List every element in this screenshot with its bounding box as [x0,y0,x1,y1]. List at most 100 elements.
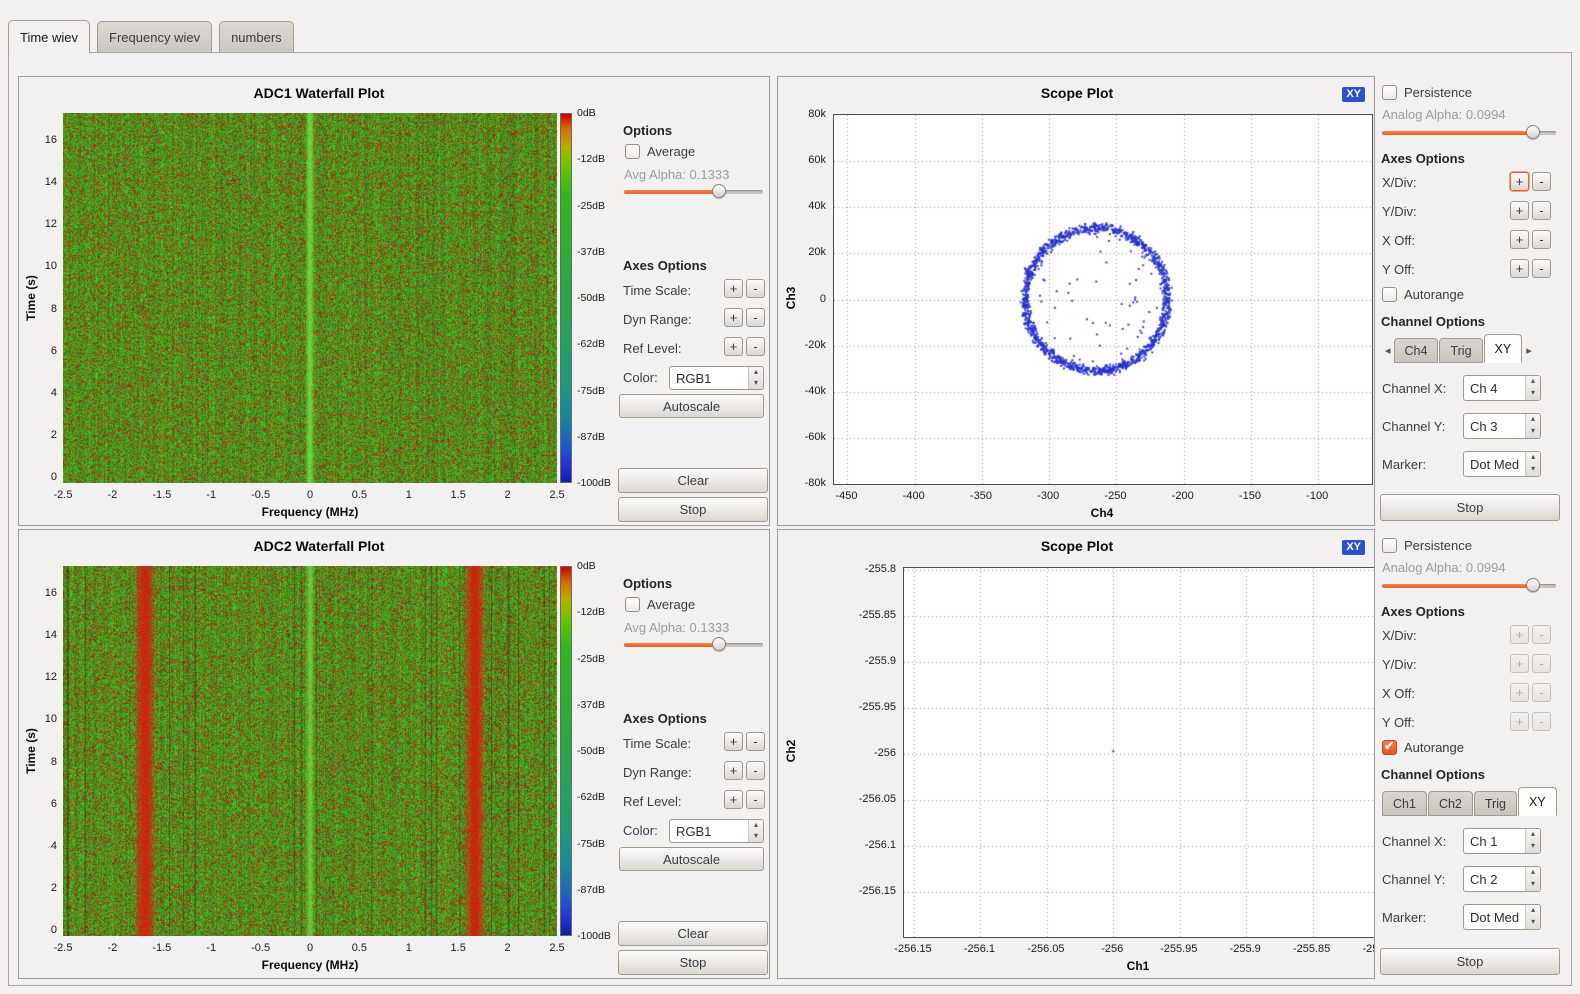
time-scale-plus-button[interactable]: + [724,732,743,751]
color-spinbox[interactable]: RGB1 ▴ ▾ [669,819,764,843]
spin-down-icon[interactable]: ▾ [1526,841,1540,853]
spin-down-icon[interactable]: ▾ [749,831,763,842]
ref-level-plus-button[interactable]: + [724,790,743,809]
y-div-plus-button[interactable]: + [1510,201,1529,220]
channel-y-spinbox[interactable]: Ch 2 ▴ ▾ [1463,866,1541,892]
clear-button[interactable]: Clear [618,921,768,946]
marker-spinbox[interactable]: Dot Med ▴ ▾ [1463,451,1541,477]
persistence-checkbox[interactable] [1382,85,1397,100]
channel-tabs-scroll-right-icon[interactable]: ▸ [1523,338,1535,363]
analog-alpha-slider[interactable] [1382,125,1556,140]
tab-time-view[interactable]: Time wiev [8,20,90,53]
marker-value[interactable]: Dot Med [1464,452,1525,476]
y-div-minus-button[interactable]: - [1532,201,1551,220]
spin-down-icon[interactable]: ▾ [1526,388,1540,400]
avg-alpha-slider[interactable] [624,637,763,652]
spin-down-icon[interactable]: ▾ [1526,464,1540,476]
tab-frequency-view[interactable]: Frequency wiev [97,21,212,52]
time-scale-minus-button[interactable]: - [746,279,765,298]
avg-alpha-slider[interactable] [624,184,763,199]
spin-up-icon[interactable]: ▴ [1526,829,1540,841]
stop-button[interactable]: Stop [1380,948,1560,975]
x-off-minus-button[interactable]: - [1532,230,1551,249]
channel-y-spinbox[interactable]: Ch 3 ▴ ▾ [1463,413,1541,439]
xy-mode-badge[interactable]: XY [1342,87,1365,102]
channel-tab-ch2[interactable]: Ch2 [1428,791,1473,816]
x-div-minus-button[interactable]: - [1532,625,1551,644]
spin-down-icon[interactable]: ▾ [749,378,763,389]
spin-down-icon[interactable]: ▾ [1526,917,1540,929]
spin-up-icon[interactable]: ▴ [749,367,763,378]
spin-down-icon[interactable]: ▾ [1526,879,1540,891]
channel-x-value[interactable]: Ch 1 [1464,829,1525,853]
scope-plot-canvas[interactable] [833,114,1373,485]
channel-y-value[interactable]: Ch 3 [1464,414,1525,438]
marker-value[interactable]: Dot Med [1464,905,1525,929]
channel-tab-ch4[interactable]: Ch4 [1394,338,1439,363]
channel-tab-xy[interactable]: XY [1484,334,1523,363]
slider-handle[interactable] [1526,578,1540,592]
y-div-minus-button[interactable]: - [1532,654,1551,673]
scope-plot-canvas[interactable] [903,567,1375,938]
autorange-checkbox[interactable] [1382,740,1397,755]
autoscale-button[interactable]: Autoscale [619,394,764,418]
spin-up-icon[interactable]: ▴ [1526,905,1540,917]
y-off-plus-button[interactable]: + [1510,259,1529,278]
y-div-plus-button[interactable]: + [1510,654,1529,673]
slider-handle[interactable] [1526,125,1540,139]
spin-down-icon[interactable]: ▾ [1526,426,1540,438]
x-div-plus-button[interactable]: + [1510,172,1529,191]
channel-tab-trig[interactable]: Trig [1474,791,1517,816]
x-div-plus-button[interactable]: + [1510,625,1529,644]
stop-button[interactable]: Stop [1380,494,1560,521]
channel-x-value[interactable]: Ch 4 [1464,376,1525,400]
dyn-range-plus-button[interactable]: + [724,308,743,327]
x-off-minus-button[interactable]: - [1532,683,1551,702]
channel-tab-xy[interactable]: XY [1518,787,1557,816]
spin-up-icon[interactable]: ▴ [1526,867,1540,879]
slider-handle[interactable] [712,184,726,198]
channel-x-spinbox[interactable]: Ch 4 ▴ ▾ [1463,375,1541,401]
average-checkbox[interactable] [625,144,640,159]
ref-level-minus-button[interactable]: - [746,337,765,356]
dyn-range-minus-button[interactable]: - [746,308,765,327]
y-off-minus-button[interactable]: - [1532,712,1551,731]
autorange-checkbox[interactable] [1382,287,1397,302]
time-scale-plus-button[interactable]: + [724,279,743,298]
x-off-plus-button[interactable]: + [1510,683,1529,702]
ref-level-plus-button[interactable]: + [724,337,743,356]
slider-handle[interactable] [712,637,726,651]
y-off-minus-button[interactable]: - [1532,259,1551,278]
spin-up-icon[interactable]: ▴ [749,820,763,831]
waterfall-plot-canvas[interactable] [63,113,557,483]
autoscale-button[interactable]: Autoscale [619,847,764,871]
spin-up-icon[interactable]: ▴ [1526,452,1540,464]
dyn-range-plus-button[interactable]: + [724,761,743,780]
xy-mode-badge[interactable]: XY [1342,540,1365,555]
persistence-checkbox[interactable] [1382,538,1397,553]
channel-x-spinbox[interactable]: Ch 1 ▴ ▾ [1463,828,1541,854]
tab-numbers[interactable]: numbers [219,21,294,52]
channel-tab-trig[interactable]: Trig [1439,338,1482,363]
clear-button[interactable]: Clear [618,468,768,493]
spin-up-icon[interactable]: ▴ [1526,414,1540,426]
channel-tabs-scroll-left-icon[interactable]: ◂ [1382,338,1394,363]
y-off-plus-button[interactable]: + [1510,712,1529,731]
marker-spinbox[interactable]: Dot Med ▴ ▾ [1463,904,1541,930]
color-spinbox[interactable]: RGB1 ▴ ▾ [669,366,764,390]
waterfall-plot-canvas[interactable] [63,566,557,936]
channel-tab-ch1[interactable]: Ch1 [1382,791,1427,816]
x-off-plus-button[interactable]: + [1510,230,1529,249]
x-div-minus-button[interactable]: - [1532,172,1551,191]
time-scale-minus-button[interactable]: - [746,732,765,751]
color-value[interactable]: RGB1 [670,820,748,842]
stop-button[interactable]: Stop [618,497,768,522]
color-value[interactable]: RGB1 [670,367,748,389]
channel-y-value[interactable]: Ch 2 [1464,867,1525,891]
dyn-range-minus-button[interactable]: - [746,761,765,780]
ref-level-minus-button[interactable]: - [746,790,765,809]
average-checkbox[interactable] [625,597,640,612]
analog-alpha-slider[interactable] [1382,578,1556,593]
spin-up-icon[interactable]: ▴ [1526,376,1540,388]
stop-button[interactable]: Stop [618,950,768,975]
